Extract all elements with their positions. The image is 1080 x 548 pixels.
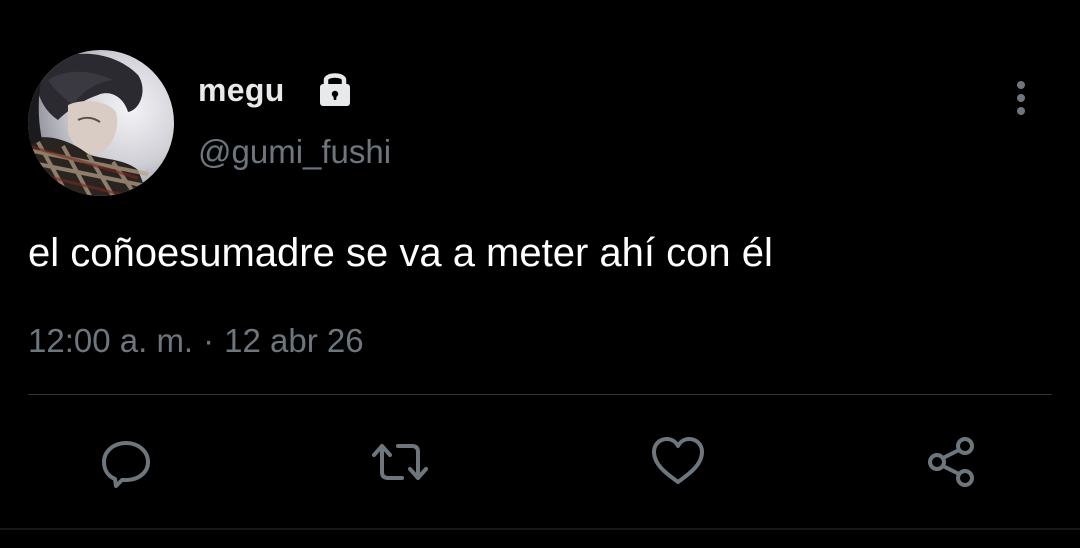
retweet-button[interactable]: [368, 430, 432, 494]
heart-icon: [652, 437, 704, 484]
retweet-icon: [372, 444, 428, 480]
tweet-text: el coñoesumadre se va a meter ahí con él: [28, 231, 773, 275]
avatar-photo: [28, 50, 174, 196]
timestamp-separator: ·: [203, 322, 215, 359]
tweet-time: 12:00 a. m.: [28, 322, 194, 359]
share-button[interactable]: [920, 430, 984, 494]
reply-icon: [102, 441, 150, 488]
like-button[interactable]: [646, 430, 710, 494]
display-name[interactable]: megu: [198, 70, 285, 110]
bottom-divider: [0, 528, 1080, 530]
share-icon: [928, 437, 974, 487]
tweet-card: megu @gumi_fushi el coñoesumadre se va a…: [0, 0, 1080, 548]
more-vertical-icon[interactable]: [1004, 78, 1038, 118]
user-handle[interactable]: @gumi_fushi: [198, 132, 391, 172]
tweet-date: 12 abr 26: [224, 322, 364, 359]
avatar[interactable]: [28, 50, 174, 196]
divider: [28, 394, 1052, 395]
reply-button[interactable]: [94, 430, 158, 494]
lock-icon: [314, 68, 356, 110]
tweet-timestamp[interactable]: 12:00 a. m. · 12 abr 26: [28, 320, 364, 362]
